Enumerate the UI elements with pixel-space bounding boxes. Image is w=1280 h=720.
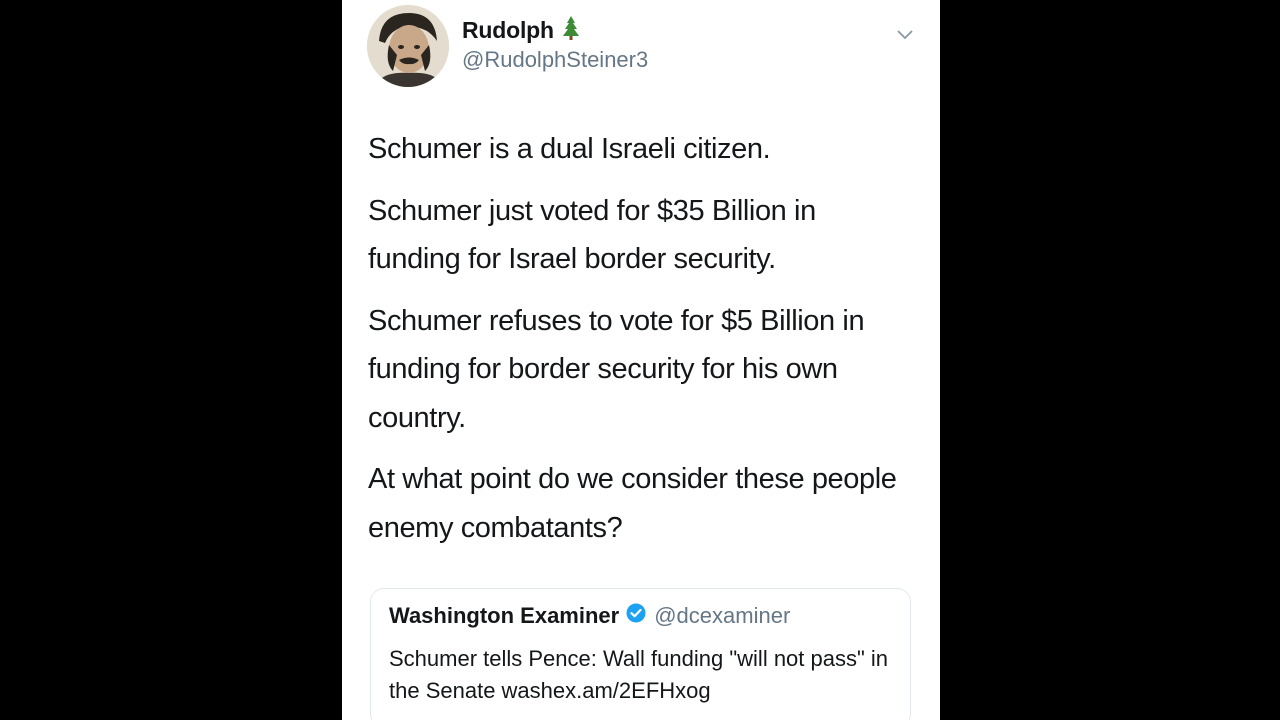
quoted-author-name: Washington Examiner (389, 603, 620, 628)
tweet-body: Schumer is a dual Israeli citizen. Schum… (368, 125, 913, 565)
quoted-author-handle: @dcexaminer (654, 603, 791, 628)
author-handle[interactable]: @RudolphSteiner3 (462, 47, 648, 73)
verified-badge-icon (626, 603, 646, 629)
quoted-tweet-header: Washington Examiner @dcexaminer (389, 603, 790, 629)
author-name-row[interactable]: Rudolph (462, 15, 581, 46)
evergreen-tree-icon (561, 15, 581, 46)
tweet-paragraph: Schumer refuses to vote for $5 Billion i… (368, 304, 865, 434)
tweet-paragraph: At what point do we consider these peopl… (368, 463, 897, 544)
tweet-paragraph: Schumer is a dual Israeli citizen. (368, 133, 771, 165)
quoted-tweet-text: Schumer tells Pence: Wall funding "will … (389, 646, 889, 703)
chevron-down-icon[interactable] (895, 24, 915, 44)
author-avatar[interactable] (367, 5, 449, 87)
tweet-card: Rudolph @RudolphSteiner3 Schumer is a du… (342, 0, 940, 720)
quoted-tweet[interactable]: Washington Examiner @dcexaminer Schumer … (370, 588, 911, 720)
tweet-paragraph: Schumer just voted for $35 Billion in fu… (368, 194, 816, 276)
author-display-name[interactable]: Rudolph (462, 17, 554, 44)
